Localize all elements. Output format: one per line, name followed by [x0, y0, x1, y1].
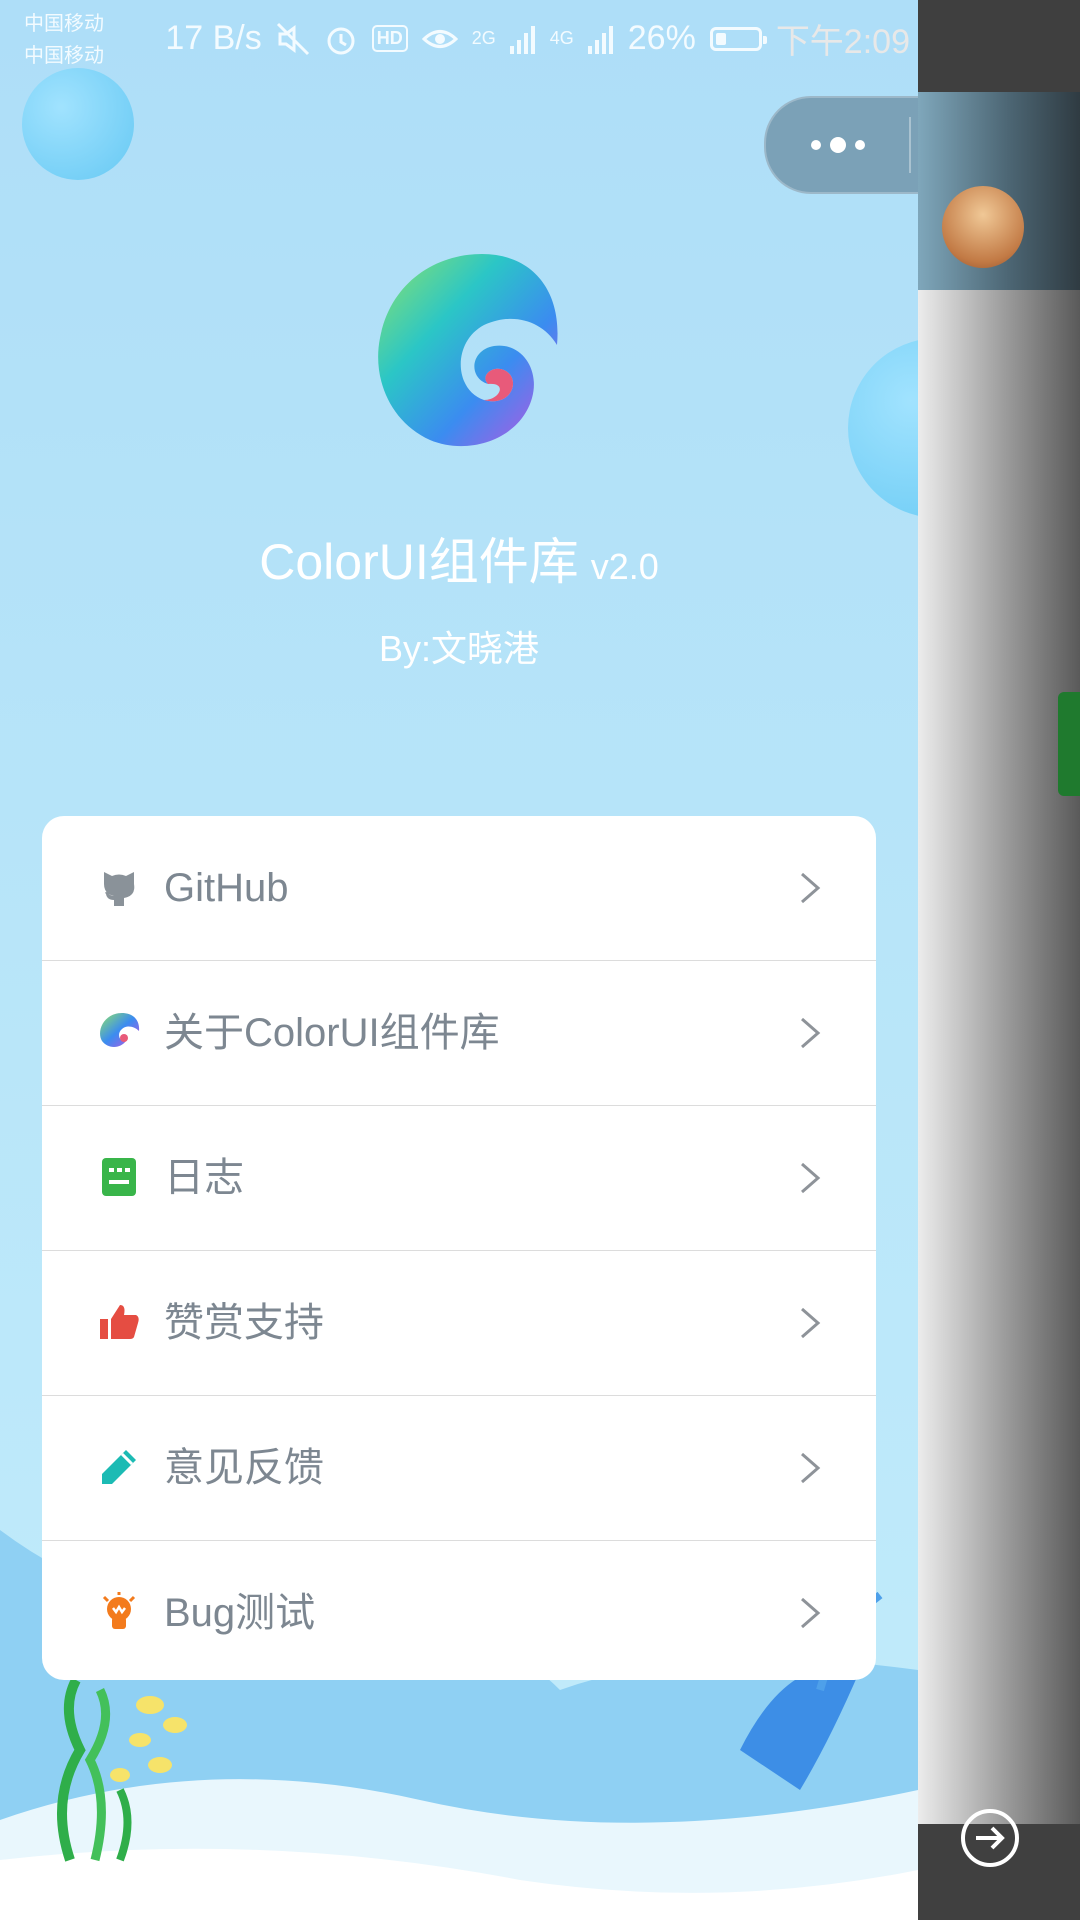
pencil-icon [102, 1450, 136, 1484]
mute-icon [276, 22, 309, 55]
thumbs-up-icon [100, 1305, 139, 1339]
menu-label: 赞赏支持 [164, 1301, 324, 1345]
menu-item-bug-test[interactable]: Bug测试 [42, 1541, 876, 1680]
arrow-right-circle-icon[interactable] [960, 1808, 1020, 1868]
menu-item-donate[interactable]: 赞赏支持 [42, 1251, 876, 1396]
github-icon [104, 872, 135, 906]
more-dots-icon [810, 137, 865, 153]
menu-label: 关于ColorUI组件库 [164, 1011, 500, 1055]
menu-label: Bug测试 [164, 1591, 316, 1635]
app-screen: 中国移动 中国移动 17 B/s HD 2G 4G 26% 下午2:09 Col… [0, 0, 918, 1920]
log-icon [102, 1158, 136, 1196]
carrier-2: 中国移动 [24, 45, 104, 67]
avatar[interactable] [942, 186, 1024, 268]
colorui-logo [378, 254, 558, 447]
menu-item-feedback[interactable]: 意见反馈 [42, 1396, 876, 1541]
bubble-decoration [22, 68, 134, 180]
signal-4g-label: 4G [549, 28, 574, 48]
menu-item-github[interactable]: GitHub [42, 816, 876, 961]
chevron-right-icon [801, 1162, 821, 1194]
bubble-decoration [848, 338, 918, 518]
app-name: ColorUI组件库 [259, 534, 579, 590]
author-label: By:文晓港 [378, 628, 539, 669]
page-title: ColorUI组件库 v2.0 [0, 522, 918, 594]
floating-tab[interactable] [1058, 692, 1080, 796]
battery-percent: 26% [627, 19, 696, 57]
chevron-right-icon [801, 1597, 821, 1629]
signal-2g-icon [509, 25, 535, 54]
menu-label: GitHub [164, 866, 289, 910]
menu-item-about[interactable]: 关于ColorUI组件库 [42, 961, 876, 1106]
chevron-right-icon [801, 1017, 821, 1049]
eye-icon [421, 29, 458, 48]
colorui-logo-icon [100, 1013, 140, 1047]
menu-item-log[interactable]: 日志 [42, 1106, 876, 1251]
chevron-right-icon [801, 872, 821, 904]
menu-card: GitHub 关于ColorUI组件库 日志 赞赏支持 意见反馈 Bug测试 [42, 816, 876, 1680]
status-icons: 17 B/s HD 2G 4G 26% 下午2:09 [165, 14, 910, 63]
bug-icon [102, 1592, 136, 1629]
status-bar-overlay [918, 0, 1080, 92]
carrier-1: 中国移动 [24, 13, 104, 35]
net-speed: 17 B/s [165, 19, 262, 57]
chevron-right-icon [801, 1307, 821, 1339]
battery-fill [715, 32, 726, 45]
menu-label: 意见反馈 [164, 1446, 324, 1490]
hd-badge: HD [371, 25, 408, 52]
signal-2g-label: 2G [471, 28, 496, 48]
more-button[interactable] [766, 98, 909, 192]
alarm-icon [327, 27, 355, 54]
menu-label: 日志 [164, 1156, 244, 1200]
clock: 下午2:09 [775, 23, 910, 61]
signal-4g-icon [587, 25, 613, 54]
carrier-labels: 中国移动 中国移动 [24, 8, 104, 72]
chevron-right-icon [801, 1452, 821, 1484]
version-label: v2.0 [590, 546, 659, 587]
battery-icon [709, 26, 767, 51]
